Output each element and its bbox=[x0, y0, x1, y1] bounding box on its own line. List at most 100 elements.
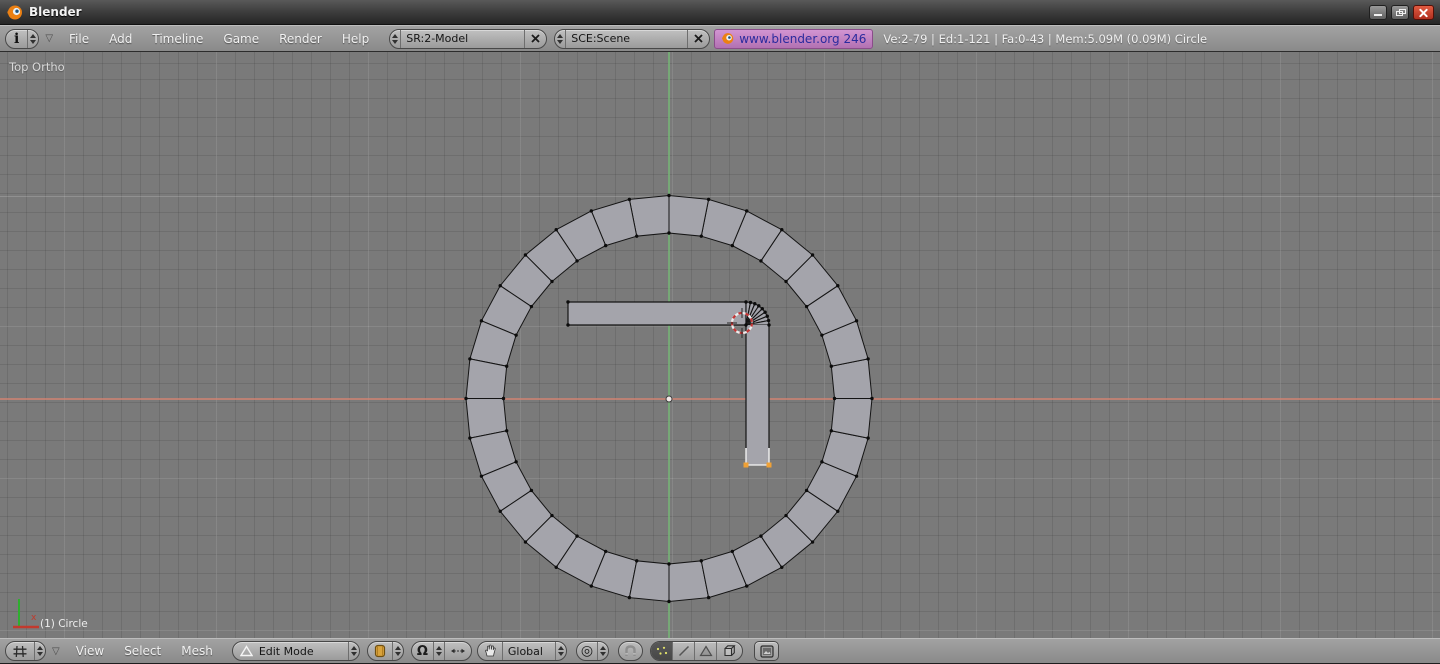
mesh-vertex bbox=[603, 243, 608, 248]
mesh-vertex bbox=[836, 509, 840, 513]
menu-game[interactable]: Game bbox=[223, 32, 259, 46]
mesh-vertex bbox=[780, 565, 784, 569]
3d-viewport[interactable]: x Top Ortho (1) Circle bbox=[0, 52, 1440, 638]
face-select-icon bbox=[699, 645, 713, 657]
screen-delete-button[interactable] bbox=[524, 29, 546, 48]
edge-select-button[interactable] bbox=[673, 642, 696, 660]
menu-view[interactable]: View bbox=[76, 644, 104, 658]
pivot-stepper[interactable] bbox=[432, 642, 444, 660]
mesh-vertex bbox=[744, 323, 748, 327]
menu-file[interactable]: File bbox=[69, 32, 89, 46]
screen-selector[interactable]: SR:2-Model bbox=[389, 28, 548, 49]
menu-timeline[interactable]: Timeline bbox=[152, 32, 203, 46]
mesh-vertex bbox=[836, 284, 840, 288]
scene-selector[interactable]: SCE:Scene bbox=[554, 28, 711, 49]
menu-render[interactable]: Render bbox=[279, 32, 322, 46]
version-badge[interactable]: www.blender.org 246 bbox=[714, 28, 874, 49]
mesh-vertex bbox=[759, 534, 763, 538]
mode-dropdown-stepper[interactable] bbox=[347, 642, 359, 660]
mesh-vertex bbox=[468, 436, 472, 440]
editor-type-stepper[interactable] bbox=[34, 642, 45, 660]
mesh-vertex bbox=[870, 396, 874, 401]
proportional-stepper[interactable] bbox=[597, 642, 608, 660]
mesh-vertex bbox=[748, 300, 753, 305]
mesh-vertex bbox=[667, 193, 671, 198]
scene-selector-value[interactable]: SCE:Scene bbox=[566, 30, 687, 48]
pivot-point-icon[interactable]: Ω bbox=[417, 645, 428, 658]
mode-dropdown-value[interactable]: Edit Mode bbox=[257, 642, 348, 660]
screen-selector-value[interactable]: SR:2-Model bbox=[401, 30, 524, 48]
mesh-vertex bbox=[706, 197, 711, 202]
menu-select[interactable]: Select bbox=[124, 644, 161, 658]
editor-type-button[interactable]: i bbox=[5, 28, 40, 49]
object-origin-dot bbox=[665, 395, 673, 403]
active-object-label: (1) Circle bbox=[40, 618, 88, 630]
mesh-vertex bbox=[784, 279, 788, 284]
orientation-stepper[interactable] bbox=[554, 642, 566, 660]
render-preview-button[interactable] bbox=[754, 641, 780, 661]
mesh-vertex bbox=[468, 357, 472, 361]
mesh-vertex bbox=[699, 234, 703, 238]
mesh-vertex bbox=[767, 323, 771, 327]
selected-vertex bbox=[743, 462, 749, 468]
pivot-manipulator-group: Ω bbox=[410, 641, 472, 661]
mesh-vertex bbox=[730, 549, 735, 554]
blender-window: Blender i ▽ File Add Timeline Game Rende… bbox=[0, 0, 1440, 664]
manipulator-hand-button[interactable] bbox=[478, 642, 503, 660]
mesh-vertex bbox=[627, 197, 632, 202]
mesh-vertex bbox=[866, 436, 870, 440]
close-button[interactable] bbox=[1413, 4, 1434, 20]
mesh-vertex bbox=[504, 429, 509, 433]
header-collapse-icon[interactable]: ▽ bbox=[45, 33, 53, 44]
mesh-vertex bbox=[627, 595, 632, 600]
minimize-icon bbox=[1374, 13, 1382, 16]
edge-select-icon bbox=[678, 645, 689, 657]
mesh-vertex bbox=[667, 562, 671, 566]
select-mode-group bbox=[650, 641, 744, 661]
image-icon bbox=[759, 644, 774, 658]
snap-toggle-button[interactable] bbox=[618, 641, 644, 661]
mesh-vertex bbox=[635, 234, 639, 238]
orientation-dropdown-value[interactable]: Global bbox=[503, 642, 555, 660]
ring-face bbox=[628, 560, 670, 603]
header-collapse-icon[interactable]: ▽ bbox=[52, 646, 60, 657]
mesh-vertex bbox=[566, 300, 570, 304]
manipulator-toggle[interactable] bbox=[443, 642, 471, 660]
editor-type-stepper[interactable] bbox=[27, 29, 38, 48]
ring-face bbox=[830, 398, 873, 439]
mode-dropdown[interactable]: Edit Mode bbox=[231, 641, 360, 661]
mesh-vertex bbox=[514, 460, 518, 464]
version-badge-text: www.blender.org 246 bbox=[739, 31, 867, 46]
proportional-edit-dropdown[interactable]: ◎ bbox=[575, 641, 610, 661]
minimize-button[interactable] bbox=[1369, 4, 1387, 20]
mesh-vertex bbox=[498, 284, 502, 288]
hand-horizontal-bar bbox=[567, 301, 747, 326]
viewport-canvas[interactable]: x bbox=[0, 52, 1440, 638]
vertex-select-button[interactable] bbox=[651, 642, 674, 660]
face-select-button[interactable] bbox=[695, 642, 718, 660]
scene-selector-stepper[interactable] bbox=[555, 29, 567, 48]
mesh-vertex bbox=[757, 304, 761, 308]
selected-vertex bbox=[766, 462, 772, 468]
screen-selector-stepper[interactable] bbox=[390, 29, 402, 48]
mesh-vertex bbox=[765, 314, 769, 318]
occlude-geometry-button[interactable] bbox=[717, 642, 742, 660]
view-name-label: Top Ortho bbox=[9, 60, 65, 74]
mesh-vertex bbox=[760, 307, 764, 311]
top-header: i ▽ File Add Timeline Game Render Help S… bbox=[0, 25, 1440, 52]
mesh-vertex bbox=[501, 396, 506, 401]
draw-type-dropdown[interactable] bbox=[366, 641, 404, 661]
mesh-vertex bbox=[744, 209, 749, 213]
editor-type-button-3dview[interactable] bbox=[5, 641, 46, 661]
mesh-vertex bbox=[759, 259, 763, 263]
scene-delete-button[interactable] bbox=[687, 29, 709, 48]
menu-mesh[interactable]: Mesh bbox=[181, 644, 213, 658]
draw-type-stepper[interactable] bbox=[391, 642, 403, 660]
menu-help[interactable]: Help bbox=[342, 32, 369, 46]
mesh-vertex bbox=[575, 534, 579, 538]
mesh-vertex bbox=[763, 310, 767, 314]
restore-button[interactable] bbox=[1391, 4, 1409, 20]
mesh-vertex bbox=[854, 474, 859, 478]
mesh-vertex bbox=[744, 584, 749, 588]
menu-add[interactable]: Add bbox=[109, 32, 132, 46]
